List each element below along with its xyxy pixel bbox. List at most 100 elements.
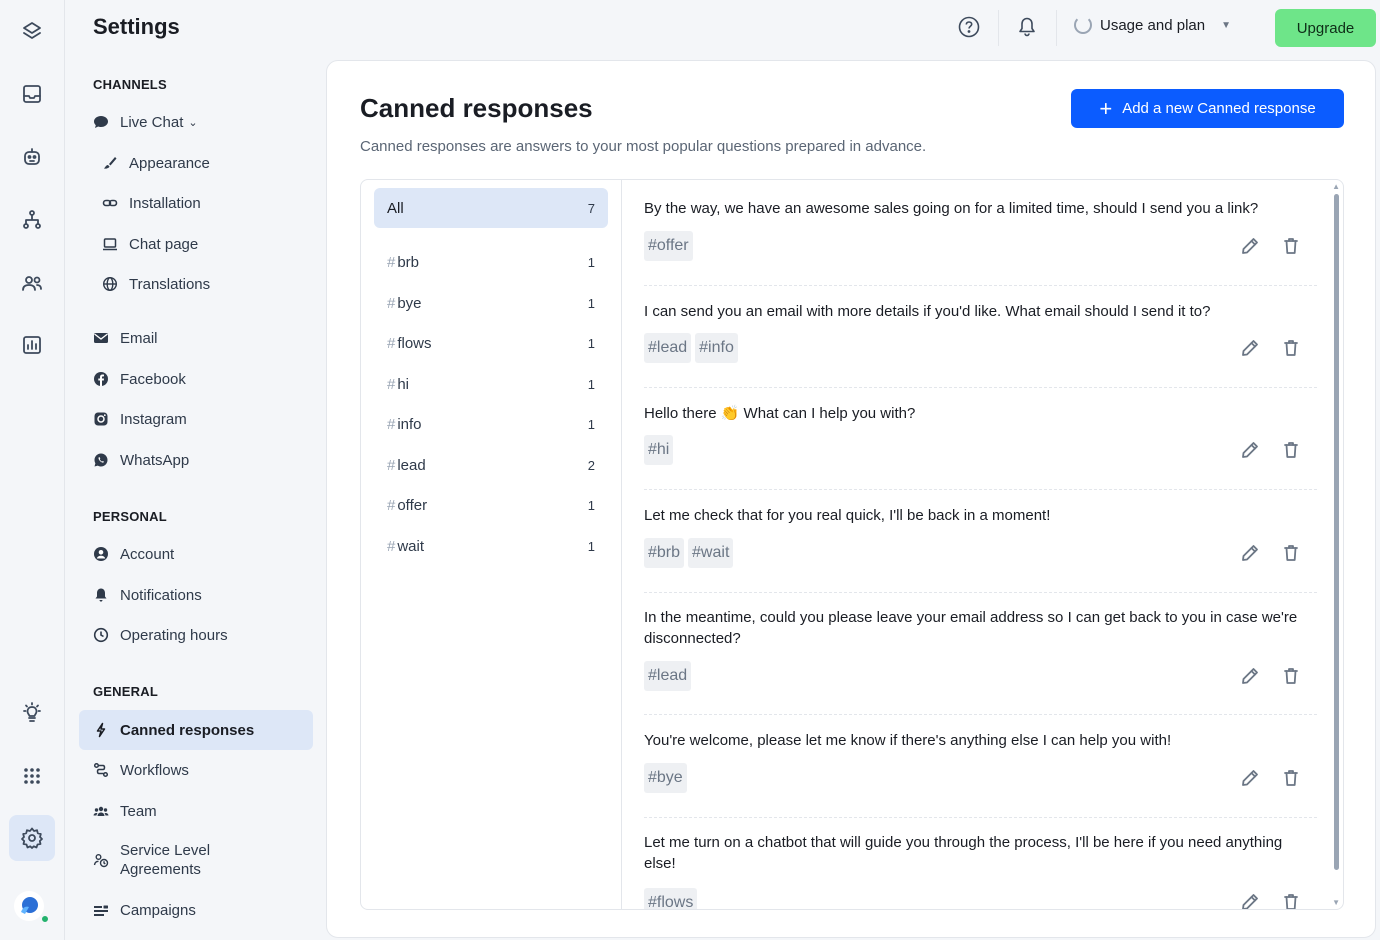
tag-filter-count: 2 (587, 457, 595, 473)
canned-response-item[interactable]: Hello there 👏 What can I help you with? … (644, 403, 1317, 490)
canned-response-item[interactable]: In the meantime, could you please leave … (644, 607, 1317, 715)
logo-icon[interactable] (9, 9, 55, 55)
response-tags: #lead #info (644, 333, 738, 363)
tag-chip[interactable]: #info (695, 333, 738, 363)
edit-pencil-icon[interactable] (1240, 768, 1262, 790)
tag-chip[interactable]: #hi (644, 435, 674, 465)
sidebar-item-label: Workflows (120, 761, 189, 779)
edit-pencil-icon[interactable] (1240, 543, 1262, 565)
edit-pencil-icon[interactable] (1240, 338, 1262, 360)
sidebar-item-label: Notifications (120, 586, 202, 604)
canned-response-item[interactable]: By the way, we have an awesome sales goi… (644, 198, 1317, 286)
response-tags: #lead (644, 661, 692, 691)
sidebar-item-operating-hours[interactable]: Operating hours (79, 615, 313, 655)
delete-trash-icon[interactable] (1281, 543, 1303, 565)
lightbulb-icon[interactable] (9, 690, 55, 736)
sidebar-item-label: Account (120, 545, 175, 563)
delete-trash-icon[interactable] (1281, 892, 1303, 909)
inbox-icon[interactable] (9, 71, 55, 117)
scroll-down-arrow-icon[interactable]: ▼ (1332, 898, 1340, 907)
tag-filter-hi[interactable]: # hi 1 (374, 364, 608, 404)
sidebar-item-team[interactable]: Team (79, 791, 313, 831)
tag-filter-lead[interactable]: # lead 2 (374, 445, 608, 485)
sidebar-item-campaigns[interactable]: Campaigns (79, 890, 313, 930)
canned-response-item[interactable]: I can send you an email with more detail… (644, 301, 1317, 388)
sidebar-item-installation[interactable]: Installation (79, 183, 313, 223)
sidebar-item-label: Appearance (129, 154, 210, 172)
sidebar-item-live-chat[interactable]: Live Chat ⌄ (79, 102, 313, 142)
delete-trash-icon[interactable] (1281, 338, 1303, 360)
edit-pencil-icon[interactable] (1240, 236, 1262, 258)
sidebar-item-canned-responses[interactable]: Canned responses (79, 710, 313, 750)
response-tags: #bye (644, 763, 687, 793)
tag-chip[interactable]: #wait (688, 538, 734, 568)
scroll-up-arrow-icon[interactable]: ▲ (1332, 182, 1340, 191)
add-canned-response-button[interactable]: + Add a new Canned response (1071, 89, 1344, 128)
tag-chip[interactable]: #lead (644, 661, 692, 691)
tag-filter-info[interactable]: # info 1 (374, 404, 608, 444)
flows-icon[interactable] (9, 197, 55, 243)
response-tags: #offer (644, 231, 693, 261)
canned-response-item[interactable]: You're welcome, please let me know if th… (644, 730, 1317, 818)
delete-trash-icon[interactable] (1281, 236, 1303, 258)
tag-chip[interactable]: #offer (644, 231, 693, 261)
sidebar-item-instagram[interactable]: Instagram (79, 399, 313, 439)
tag-chip[interactable]: #brb (644, 538, 685, 568)
tag-filter-flows[interactable]: # flows 1 (374, 323, 608, 363)
tag-filter-count: 1 (587, 538, 595, 554)
tag-filter-bye[interactable]: # bye 1 (374, 283, 608, 323)
upgrade-button[interactable]: Upgrade (1275, 9, 1376, 47)
edit-pencil-icon[interactable] (1240, 666, 1262, 688)
sidebar-item-label: Campaigns (120, 901, 196, 919)
sidebar-item-label: Translations (129, 275, 211, 293)
delete-trash-icon[interactable] (1281, 768, 1303, 790)
canned-response-item[interactable]: Let me check that for you real quick, I'… (644, 505, 1317, 593)
usage-and-plan-dropdown[interactable]: Usage and plan ▼ (1074, 16, 1231, 34)
sidebar-item-label: Instagram (120, 410, 187, 428)
sidebar-item-workflows[interactable]: Workflows (79, 750, 313, 790)
brush-icon (102, 155, 118, 171)
responses-panel: All 7 # brb 1 # bye 1 # flows 1 # hi 1 #… (360, 179, 1344, 910)
sidebar-item-translations[interactable]: Translations (79, 264, 313, 304)
tag-chip[interactable]: #lead (644, 333, 692, 363)
sidebar-item-whatsapp[interactable]: WhatsApp (79, 440, 313, 480)
usage-label: Usage and plan (1100, 16, 1206, 34)
edit-pencil-icon[interactable] (1240, 892, 1262, 909)
tag-filter-count: 1 (587, 497, 595, 513)
sidebar-item-email[interactable]: Email (79, 318, 313, 358)
delete-trash-icon[interactable] (1281, 440, 1303, 462)
facebook-icon (93, 371, 109, 387)
tag-filter-name: hi (397, 375, 410, 393)
sidebar-item-facebook[interactable]: Facebook (79, 359, 313, 399)
sidebar-item-sla[interactable]: Service Level Agreements (79, 837, 313, 883)
tag-filter-brb[interactable]: # brb 1 (374, 242, 608, 282)
response-text: Let me turn on a chatbot that will guide… (644, 834, 1283, 872)
sidebar-item-appearance[interactable]: Appearance (79, 143, 313, 183)
user-avatar[interactable] (14, 891, 50, 924)
settings-gear-icon[interactable] (9, 815, 55, 861)
contacts-icon[interactable] (9, 260, 55, 306)
apps-grid-icon[interactable] (9, 753, 55, 799)
sidebar-item-label: Chat page (129, 235, 199, 253)
delete-trash-icon[interactable] (1281, 666, 1303, 688)
tag-filter-offer[interactable]: # offer 1 (374, 485, 608, 525)
tag-chip[interactable]: #bye (644, 763, 687, 793)
tag-chip[interactable]: #flows (644, 888, 698, 909)
sidebar-item-notifications[interactable]: Notifications (79, 575, 313, 615)
sidebar-item-chat-page[interactable]: Chat page (79, 224, 313, 264)
tag-filter-name: offer (397, 496, 428, 514)
canned-response-item[interactable]: Let me turn on a chatbot that will guide… (644, 832, 1317, 909)
notifications-bell-icon[interactable] (1016, 16, 1038, 38)
hash-icon: # (387, 456, 396, 474)
edit-pencil-icon[interactable] (1240, 440, 1262, 462)
list-scrollbar[interactable] (1334, 194, 1339, 870)
tag-filter-name: flows (397, 334, 432, 352)
section-label-personal: PERSONAL (93, 509, 167, 524)
help-icon[interactable] (958, 16, 980, 38)
response-tags: #flows (644, 888, 698, 909)
sidebar-item-account[interactable]: Account (79, 534, 313, 574)
bot-icon[interactable] (9, 134, 55, 180)
tag-filter-all[interactable]: All 7 (374, 188, 608, 228)
analytics-icon[interactable] (9, 322, 55, 368)
tag-filter-wait[interactable]: # wait 1 (374, 526, 608, 566)
